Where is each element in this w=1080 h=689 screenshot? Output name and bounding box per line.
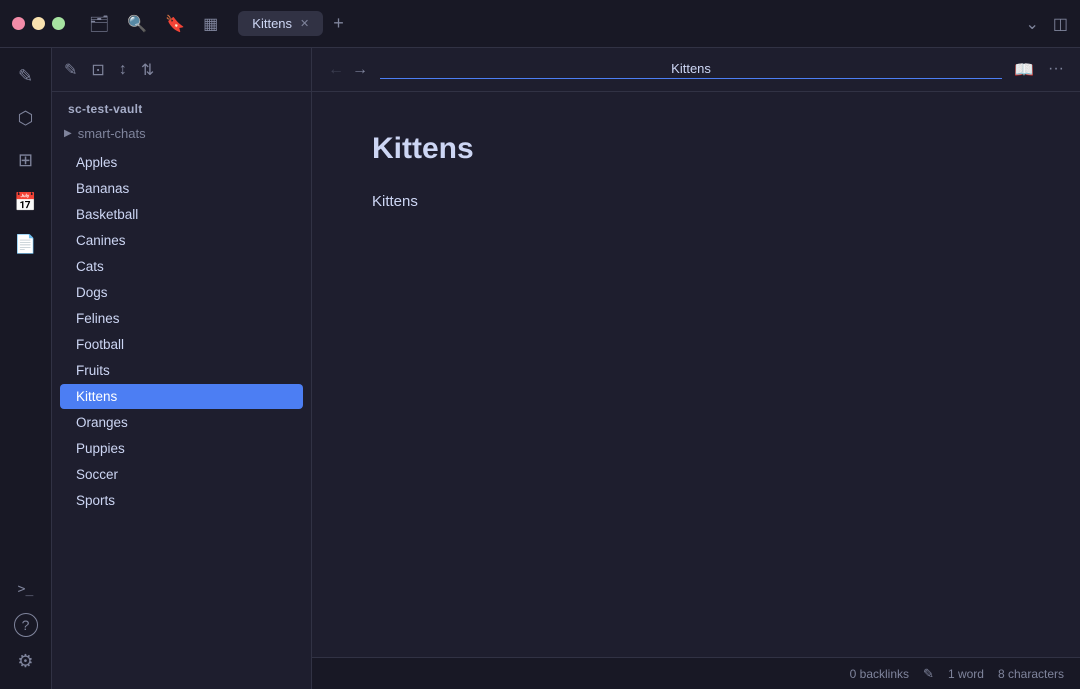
tab-area: Kittens ✕ + bbox=[238, 11, 1013, 36]
document-title: Kittens bbox=[372, 132, 1020, 166]
char-count-status: 8 characters bbox=[998, 667, 1064, 681]
more-options-icon[interactable]: ··· bbox=[1048, 60, 1064, 80]
sidebar: ✎ ⊡ ↕ ⇅ sc-test-vault ▶ smart-chats Appl… bbox=[52, 48, 312, 689]
tab-label: Kittens bbox=[252, 16, 292, 31]
forward-arrow[interactable]: → bbox=[352, 61, 368, 79]
sidebar-file-list: ApplesBananasBasketballCaninesCatsDogsFe… bbox=[52, 145, 311, 689]
sidebar-item-fruits[interactable]: Fruits bbox=[60, 358, 303, 383]
titlebar-right-icons: ⌄ ◫ bbox=[1025, 14, 1068, 34]
tab-close-icon[interactable]: ✕ bbox=[300, 17, 309, 30]
search-icon[interactable]: 🔍 bbox=[127, 14, 147, 34]
smart-chats-label: smart-chats bbox=[78, 126, 146, 141]
open-folder-icon[interactable]: ⊡ bbox=[91, 60, 104, 80]
backlinks-status: 0 backlinks bbox=[850, 667, 909, 681]
sidebar-item-dogs[interactable]: Dogs bbox=[60, 280, 303, 305]
settings-rail-icon[interactable]: ⚙ bbox=[8, 643, 44, 679]
nav-arrows: ← → bbox=[328, 61, 368, 79]
sidebar-item-kittens[interactable]: Kittens bbox=[60, 384, 303, 409]
titlebar: 🗂 🔍 🔖 ▦ Kittens ✕ + ⌄ ◫ bbox=[0, 0, 1080, 48]
bookmark-icon[interactable]: 🔖 bbox=[165, 14, 185, 34]
add-tab-button[interactable]: + bbox=[327, 11, 350, 36]
layout-icon[interactable]: ▦ bbox=[203, 14, 218, 34]
new-note-icon[interactable]: ✎ bbox=[64, 60, 77, 80]
kittens-tab[interactable]: Kittens ✕ bbox=[238, 11, 323, 36]
maximize-button[interactable] bbox=[52, 17, 65, 30]
smart-chats-section[interactable]: ▶ smart-chats bbox=[52, 122, 311, 145]
close-button[interactable] bbox=[12, 17, 25, 30]
editor[interactable]: Kittens Kittens bbox=[312, 92, 1080, 657]
sidebar-item-oranges[interactable]: Oranges bbox=[60, 410, 303, 435]
minimize-button[interactable] bbox=[32, 17, 45, 30]
sidebar-item-apples[interactable]: Apples bbox=[60, 150, 303, 175]
content-header-right-icons: 📖 ··· bbox=[1014, 60, 1064, 80]
sidebar-toggle-icon[interactable]: ◫ bbox=[1053, 14, 1068, 34]
main-area: ✎ ⬡ ⊞ 📅 📄 >_ ? ⚙ ✎ ⊡ ↕ ⇅ sc-test-vault ▶… bbox=[0, 48, 1080, 689]
icon-rail: ✎ ⬡ ⊞ 📅 📄 >_ ? ⚙ bbox=[0, 48, 52, 689]
calendar-rail-icon[interactable]: 📅 bbox=[8, 184, 44, 220]
sidebar-item-soccer[interactable]: Soccer bbox=[60, 462, 303, 487]
word-count-status: 1 word bbox=[948, 667, 984, 681]
terminal-rail-icon[interactable]: >_ bbox=[8, 571, 44, 607]
sidebar-item-felines[interactable]: Felines bbox=[60, 306, 303, 331]
folder-icon[interactable]: 🗂 bbox=[89, 14, 109, 34]
reading-icon[interactable]: 📖 bbox=[1014, 60, 1034, 80]
graph-rail-icon[interactable]: ⬡ bbox=[8, 100, 44, 136]
sidebar-item-football[interactable]: Football bbox=[60, 332, 303, 357]
edit-icon: ✎ bbox=[923, 666, 934, 682]
content-area: ← → Kittens 📖 ··· Kittens Kittens 0 back… bbox=[312, 48, 1080, 689]
content-title: Kittens bbox=[380, 61, 1002, 79]
sidebar-item-cats[interactable]: Cats bbox=[60, 254, 303, 279]
sort-icon[interactable]: ↕ bbox=[119, 61, 127, 79]
plugins-rail-icon[interactable]: ⊞ bbox=[8, 142, 44, 178]
sidebar-toolbar: ✎ ⊡ ↕ ⇅ bbox=[52, 48, 311, 92]
sidebar-item-sports[interactable]: Sports bbox=[60, 488, 303, 513]
sidebar-item-basketball[interactable]: Basketball bbox=[60, 202, 303, 227]
new-note-rail-icon[interactable]: ✎ bbox=[8, 58, 44, 94]
help-rail-icon[interactable]: ? bbox=[14, 613, 38, 637]
titlebar-left-icons: 🗂 🔍 🔖 ▦ bbox=[89, 14, 218, 34]
sidebar-item-puppies[interactable]: Puppies bbox=[60, 436, 303, 461]
chevron-down-icon[interactable]: ⌄ bbox=[1025, 14, 1038, 34]
traffic-lights bbox=[12, 17, 65, 30]
back-arrow[interactable]: ← bbox=[328, 61, 344, 79]
sidebar-item-bananas[interactable]: Bananas bbox=[60, 176, 303, 201]
sidebar-item-canines[interactable]: Canines bbox=[60, 228, 303, 253]
file-rail-icon[interactable]: 📄 bbox=[8, 226, 44, 262]
vault-name: sc-test-vault bbox=[52, 92, 311, 122]
document-body[interactable]: Kittens bbox=[372, 190, 1020, 214]
switch-icon[interactable]: ⇅ bbox=[141, 60, 154, 80]
smart-chats-arrow: ▶ bbox=[64, 128, 72, 139]
statusbar: 0 backlinks ✎ 1 word 8 characters bbox=[312, 657, 1080, 689]
content-header: ← → Kittens 📖 ··· bbox=[312, 48, 1080, 92]
